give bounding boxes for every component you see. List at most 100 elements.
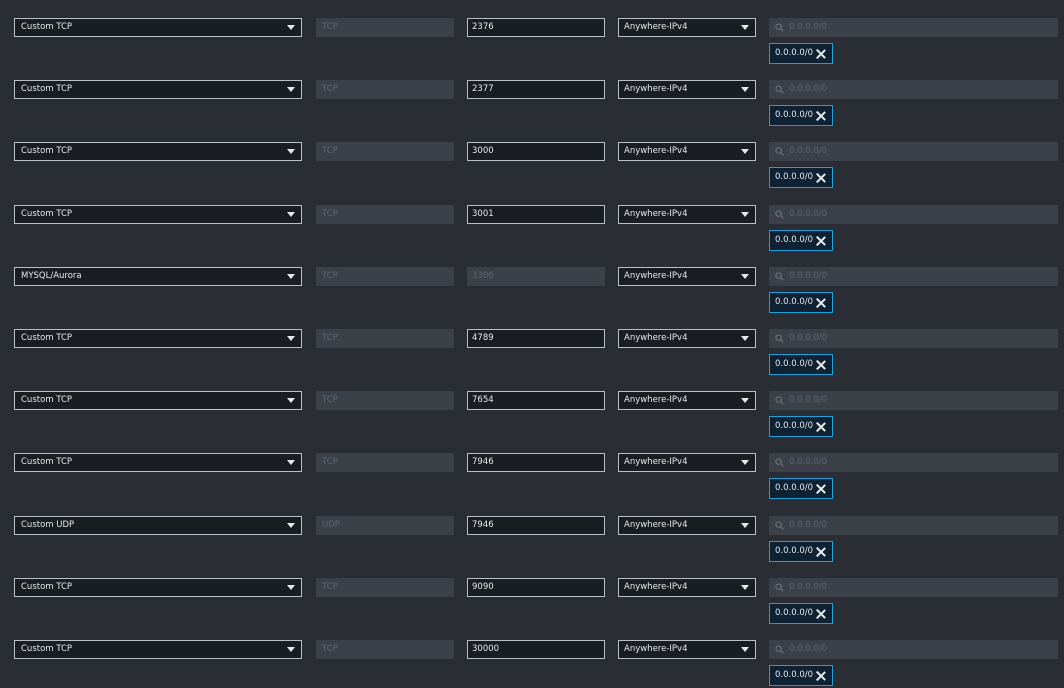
cidr-token-label: 0.0.0.0/0: [775, 359, 814, 369]
cidr-search-input[interactable]: 0.0.0.0/0: [769, 329, 1058, 348]
search-icon: [775, 583, 784, 592]
cidr-token-label: 0.0.0.0/0: [775, 235, 814, 245]
cidr-search-input[interactable]: 0.0.0.0/0: [769, 18, 1058, 37]
source-select[interactable]: Anywhere-IPv4: [618, 329, 756, 348]
type-select[interactable]: MYSQL/Aurora: [14, 267, 302, 286]
type-select[interactable]: Custom TCP: [14, 640, 302, 659]
type-select[interactable]: Custom TCP: [14, 80, 302, 99]
source-select[interactable]: Anywhere-IPv4: [618, 267, 756, 286]
inbound-rule-row: Custom UDP UDP 7946 Anywhere-IPv4 0.0.0.…: [0, 516, 1064, 576]
cidr-token: 0.0.0.0/0: [769, 665, 833, 686]
close-icon[interactable]: [816, 173, 826, 183]
cidr-token-label: 0.0.0.0/0: [775, 172, 814, 182]
search-icon: [775, 458, 784, 467]
source-select-value: Anywhere-IPv4: [624, 582, 688, 592]
type-select-value: Custom TCP: [21, 209, 73, 219]
cidr-token-label: 0.0.0.0/0: [775, 608, 814, 618]
protocol-field: TCP: [316, 142, 454, 161]
cidr-search-input[interactable]: 0.0.0.0/0: [769, 80, 1058, 99]
cidr-search-input[interactable]: 0.0.0.0/0: [769, 640, 1058, 659]
close-icon[interactable]: [816, 609, 826, 619]
source-select[interactable]: Anywhere-IPv4: [618, 453, 756, 472]
cidr-search-input[interactable]: 0.0.0.0/0: [769, 205, 1058, 224]
type-select[interactable]: Custom TCP: [14, 391, 302, 410]
cidr-search-input[interactable]: 0.0.0.0/0: [769, 516, 1058, 535]
source-select[interactable]: Anywhere-IPv4: [618, 640, 756, 659]
search-icon: [775, 521, 784, 530]
protocol-field: TCP: [316, 18, 454, 37]
source-select[interactable]: Anywhere-IPv4: [618, 578, 756, 597]
close-icon[interactable]: [816, 360, 826, 370]
source-select-value: Anywhere-IPv4: [624, 395, 688, 405]
search-icon: [775, 23, 784, 32]
close-icon[interactable]: [816, 547, 826, 557]
cidr-search-input[interactable]: 0.0.0.0/0: [769, 142, 1058, 161]
cidr-token-label: 0.0.0.0/0: [775, 297, 814, 307]
close-icon[interactable]: [816, 236, 826, 246]
inbound-rule-row: Custom TCP TCP 7654 Anywhere-IPv4 0.0.0.…: [0, 391, 1064, 451]
type-select[interactable]: Custom UDP: [14, 516, 302, 535]
type-select[interactable]: Custom TCP: [14, 205, 302, 224]
protocol-field: TCP: [316, 640, 454, 659]
type-select-value: Custom TCP: [21, 333, 73, 343]
port-range-input[interactable]: 7946: [467, 453, 605, 472]
source-select[interactable]: Anywhere-IPv4: [618, 18, 756, 37]
close-icon[interactable]: [816, 298, 826, 308]
source-select[interactable]: Anywhere-IPv4: [618, 142, 756, 161]
caret-down-icon: [287, 336, 295, 341]
source-select[interactable]: Anywhere-IPv4: [618, 391, 756, 410]
port-range-input[interactable]: 4789: [467, 329, 605, 348]
close-icon[interactable]: [816, 111, 826, 121]
cidr-token: 0.0.0.0/0: [769, 478, 833, 499]
port-range-input[interactable]: 30000: [467, 640, 605, 659]
cidr-search-input[interactable]: 0.0.0.0/0: [769, 453, 1058, 472]
port-range-input[interactable]: 7946: [467, 516, 605, 535]
type-select[interactable]: Custom TCP: [14, 18, 302, 37]
cidr-token: 0.0.0.0/0: [769, 541, 833, 562]
source-select[interactable]: Anywhere-IPv4: [618, 80, 756, 99]
caret-down-icon: [287, 212, 295, 217]
protocol-field: TCP: [316, 391, 454, 410]
source-select[interactable]: Anywhere-IPv4: [618, 516, 756, 535]
cidr-search-input[interactable]: 0.0.0.0/0: [769, 391, 1058, 410]
close-icon[interactable]: [816, 422, 826, 432]
close-icon[interactable]: [816, 671, 826, 681]
type-select[interactable]: Custom TCP: [14, 142, 302, 161]
source-select-value: Anywhere-IPv4: [624, 22, 688, 32]
close-icon[interactable]: [816, 49, 826, 59]
type-select[interactable]: Custom TCP: [14, 329, 302, 348]
cidr-token: 0.0.0.0/0: [769, 167, 833, 188]
type-select-value: MYSQL/Aurora: [21, 271, 82, 281]
cidr-search-input[interactable]: 0.0.0.0/0: [769, 267, 1058, 286]
caret-down-icon: [741, 212, 749, 217]
cidr-search-placeholder: 0.0.0.0/0: [789, 22, 828, 32]
caret-down-icon: [287, 87, 295, 92]
cidr-search-placeholder: 0.0.0.0/0: [789, 457, 828, 467]
port-range-input[interactable]: 2377: [467, 80, 605, 99]
cidr-token: 0.0.0.0/0: [769, 105, 833, 126]
source-select-value: Anywhere-IPv4: [624, 271, 688, 281]
port-range-input[interactable]: 3001: [467, 205, 605, 224]
inbound-rules-list: Custom TCP TCP 2376 Anywhere-IPv4 0.0.0.…: [0, 0, 1064, 688]
port-range-input[interactable]: 3000: [467, 142, 605, 161]
caret-down-icon: [287, 647, 295, 652]
protocol-field: TCP: [316, 205, 454, 224]
port-range-input[interactable]: 9090: [467, 578, 605, 597]
close-icon[interactable]: [816, 484, 826, 494]
protocol-field: TCP: [316, 329, 454, 348]
port-range-input: 3306: [467, 267, 605, 286]
port-range-input[interactable]: 7654: [467, 391, 605, 410]
inbound-rule-row: MYSQL/Aurora TCP 3306 Anywhere-IPv4 0.0.…: [0, 267, 1064, 327]
port-range-input[interactable]: 2376: [467, 18, 605, 37]
cidr-token: 0.0.0.0/0: [769, 354, 833, 375]
cidr-search-placeholder: 0.0.0.0/0: [789, 333, 828, 343]
cidr-search-placeholder: 0.0.0.0/0: [789, 644, 828, 654]
source-select[interactable]: Anywhere-IPv4: [618, 205, 756, 224]
cidr-search-placeholder: 0.0.0.0/0: [789, 395, 828, 405]
protocol-field: TCP: [316, 80, 454, 99]
type-select[interactable]: Custom TCP: [14, 578, 302, 597]
cidr-search-input[interactable]: 0.0.0.0/0: [769, 578, 1058, 597]
search-icon: [775, 210, 784, 219]
cidr-token: 0.0.0.0/0: [769, 603, 833, 624]
type-select[interactable]: Custom TCP: [14, 453, 302, 472]
